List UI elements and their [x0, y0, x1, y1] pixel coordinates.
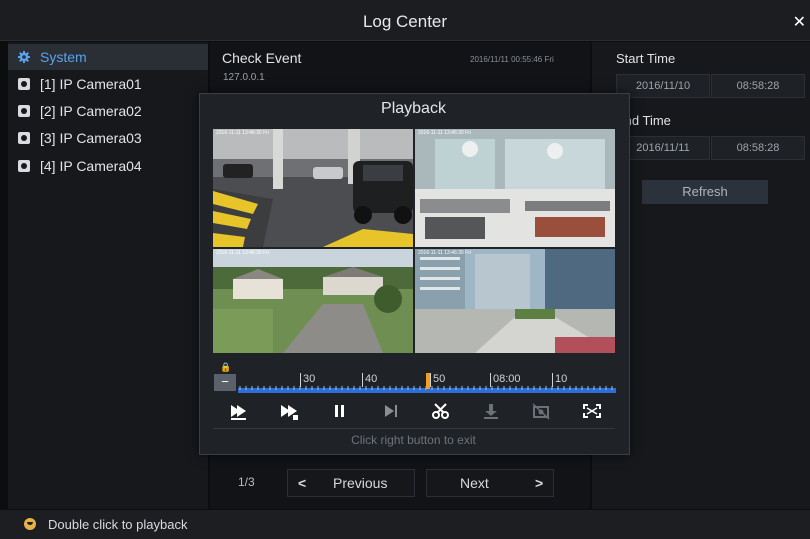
status-text: Double click to playback	[48, 517, 188, 532]
divider	[213, 428, 615, 429]
start-date-field[interactable]: 2016/11/10	[616, 74, 710, 98]
chevron-left-icon: <	[298, 475, 307, 491]
video-tile-office[interactable]: 2016-11-11 13:46:30 Fri	[415, 129, 615, 247]
timeline-tick-label: 30	[300, 373, 315, 387]
slow-play-icon[interactable]	[228, 402, 250, 420]
page-indicator: 1/3	[238, 475, 255, 489]
tree-item-camera02[interactable]: [2] IP Camera02	[8, 98, 208, 124]
camera-icon	[18, 78, 30, 90]
video-osd: 2016-11-11 13:46:30 Fri	[418, 250, 471, 256]
camera-icon	[18, 105, 30, 117]
step-next-icon[interactable]	[380, 402, 402, 420]
close-icon[interactable]: ✕	[793, 12, 806, 32]
end-date-field[interactable]: 2016/11/11	[616, 136, 710, 160]
event-title[interactable]: Check Event	[222, 50, 301, 66]
timeline-cursor[interactable]	[426, 373, 430, 389]
previous-button[interactable]: < Previous	[287, 469, 415, 497]
tree-item-label: [4] IP Camera04	[40, 158, 142, 174]
gear-icon	[18, 51, 30, 63]
fast-forward-icon[interactable]	[278, 402, 300, 420]
fullscreen-icon[interactable]	[581, 402, 603, 420]
event-ip: 127.0.0.1	[223, 72, 265, 83]
street-image	[213, 249, 413, 353]
video-osd: 2016-11-11 13:46:30 Fri	[216, 250, 269, 256]
tree-item-label: [1] IP Camera01	[40, 76, 142, 92]
lock-icon[interactable]: 🔒	[220, 362, 231, 373]
next-button[interactable]: Next >	[426, 469, 554, 497]
parking-garage-image	[213, 129, 413, 247]
tree-item-label: [3] IP Camera03	[40, 130, 142, 146]
channel-tree: System [1] IP Camera01 [2] IP Camera02 […	[8, 42, 208, 509]
video-tile-street[interactable]: 2016-11-11 13:46:30 Fri	[213, 249, 413, 353]
start-time-label: Start Time	[616, 51, 676, 66]
timeline-tick-label: 08:00	[490, 373, 521, 387]
exit-hint: Click right button to exit	[351, 433, 476, 447]
timeline-tick-label: 50	[430, 373, 445, 387]
tree-item-camera04[interactable]: [4] IP Camera04	[8, 153, 208, 179]
video-tile-campus[interactable]: 2016-11-11 13:46:30 Fri	[415, 249, 615, 353]
video-osd: 2016-11-11 13:46:30 Fri	[418, 130, 471, 136]
clip-icon[interactable]	[430, 402, 452, 420]
smiley-icon	[24, 518, 36, 530]
zoom-out-button[interactable]: −	[214, 374, 236, 391]
timeline-tick-label: 40	[362, 373, 377, 387]
event-time: 2016/11/11 00:55:46 Fri	[470, 55, 554, 64]
end-time-field[interactable]: 08:58:28	[711, 136, 805, 160]
campus-image	[415, 249, 615, 353]
window-title: Log Center	[362, 12, 448, 31]
tree-item-label: [2] IP Camera02	[40, 103, 142, 119]
office-image	[415, 129, 615, 247]
tree-item-system[interactable]: System	[8, 44, 208, 70]
start-time-field[interactable]: 08:58:28	[711, 74, 805, 98]
next-label: Next	[460, 475, 489, 491]
video-tile-parking[interactable]: 2016-11-11 13:46:30 Fri	[213, 129, 413, 247]
camera-icon	[18, 160, 30, 172]
timeline-tick-label: 10	[552, 373, 567, 387]
download-icon[interactable]	[480, 402, 502, 420]
tree-item-camera03[interactable]: [3] IP Camera03	[8, 125, 208, 151]
snapshot-icon[interactable]	[530, 402, 552, 420]
pause-icon[interactable]	[329, 402, 351, 420]
tree-item-camera01[interactable]: [1] IP Camera01	[8, 71, 208, 97]
chevron-right-icon: >	[535, 475, 544, 491]
playback-title: Playback	[381, 100, 446, 117]
video-osd: 2016-11-11 13:46:30 Fri	[216, 130, 269, 136]
previous-label: Previous	[333, 475, 388, 491]
refresh-button[interactable]: Refresh	[642, 180, 768, 204]
camera-icon	[18, 132, 30, 144]
tree-item-label: System	[40, 49, 87, 65]
